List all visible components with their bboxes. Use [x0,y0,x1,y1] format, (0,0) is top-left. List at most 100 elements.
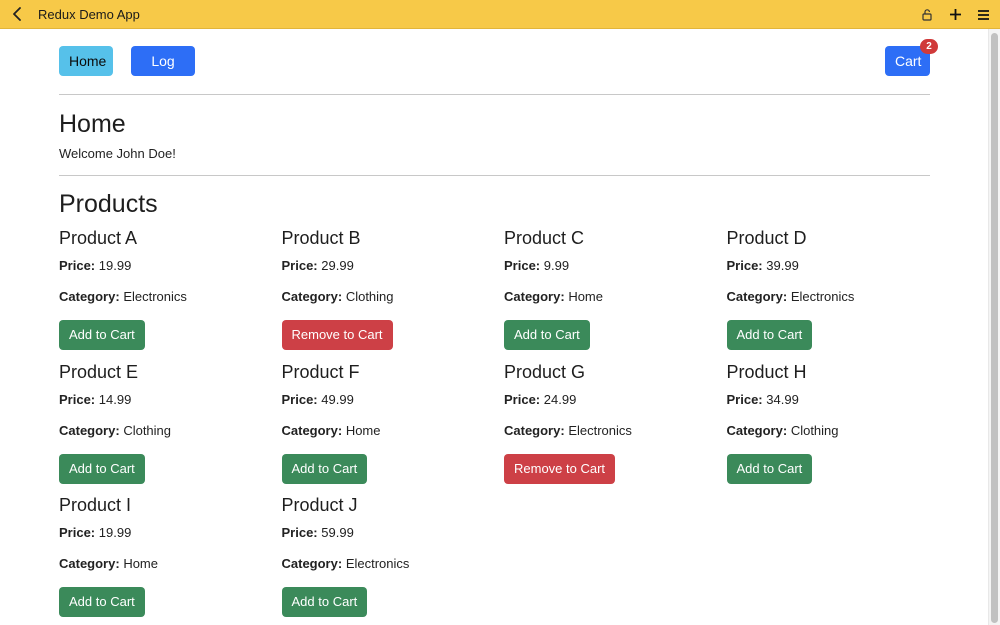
category-value: Home [123,556,158,571]
lock-icon[interactable] [920,8,934,22]
price-value: 19.99 [98,525,132,540]
product-price: Price: 24.99 [504,392,576,407]
category-label: Category: [281,422,343,438]
price-label: Price: [726,258,763,273]
page-title: Home [59,110,126,138]
app-titlebar: Redux Demo App [0,0,1000,29]
plus-icon[interactable] [948,8,962,22]
product-grid: Product A Price: 19.99 Category: Electroni… [59,219,930,625]
product-category: Category: Electronics [504,423,632,438]
category-value: Electronics [790,289,855,304]
product-category: Category: Electronics [59,289,187,304]
product-card: Product A Price: 19.99 Category: Electroni… [59,227,281,360]
product-card: Product G Price: 24.99 Category: Electroni… [504,361,726,494]
category-label: Category: [281,289,343,304]
product-card: Product I Price: 19.99 Category: Home Add t… [59,494,281,625]
category-value: Electronics [123,289,187,304]
category-label: Category: [59,422,120,438]
product-name: Product B [281,228,361,248]
product-card: Product E Price: 14.99 Category: Clothing A… [59,361,281,494]
product-card: Product J Price: 59.99 Category: Electroni… [281,494,504,625]
price-label: Price: [59,525,96,540]
category-label: Category: [59,289,120,304]
cart-label: Cart [895,53,922,69]
product-name: Product J [281,495,358,515]
product-price: Price: 9.99 [504,258,569,273]
product-name: Product G [504,361,586,382]
price-value: 59.99 [321,525,354,540]
add-to-cart-button[interactable]: Add to Cart [59,320,145,350]
price-value: 19.99 [98,258,132,273]
product-category: Category: Clothing [727,423,839,438]
price-label: Price: [59,391,96,407]
menu-icon[interactable] [976,8,990,22]
product-price: Price: 29.99 [282,258,354,273]
product-category: Category: Home [282,423,381,438]
price-label: Price: [281,391,318,407]
category-value: Electronics [568,422,632,438]
category-label: Category: [726,289,788,304]
product-price: Price: 19.99 [59,525,131,540]
product-price: Price: 49.99 [282,392,354,407]
category-label: Category: [726,422,788,438]
price-label: Price: [59,258,96,273]
price-value: 24.99 [543,391,577,407]
product-price: Price: 39.99 [727,258,799,273]
price-label: Price: [726,391,763,407]
category-value: Home [568,289,603,304]
price-value: 29.99 [321,258,354,273]
price-value: 34.99 [766,391,799,407]
cart-count-badge: 2 [920,39,938,54]
cart-button[interactable]: Cart 2 [885,39,938,76]
product-name: Product E [59,361,139,382]
home-button[interactable]: Home [59,46,113,76]
add-to-cart-button[interactable]: Add to Cart [281,587,368,617]
add-to-cart-button[interactable]: Add to Cart [726,320,813,350]
product-category: Category: Electronics [282,556,410,571]
product-price: Price: 19.99 [59,258,131,273]
category-value: Clothing [790,422,839,438]
price-value: 39.99 [766,258,799,273]
price-label: Price: [281,525,318,540]
product-category: Category: Home [59,556,158,571]
category-value: Clothing [123,422,172,438]
product-card: Product D Price: 39.99 Category: Electroni… [726,227,949,360]
product-name: Product C [504,228,585,248]
top-nav: Home Log out Cart 2 [59,29,938,95]
category-value: Home [345,422,381,438]
add-to-cart-button[interactable]: Add to Cart [504,320,590,350]
product-name: Product D [726,228,807,248]
price-value: 14.99 [98,391,132,407]
remove-from-cart-button[interactable]: Remove to Cart [504,453,616,484]
add-to-cart-button[interactable]: Add to Cart [281,453,368,484]
product-category: Category: Clothing [282,289,394,304]
price-label: Price: [504,258,541,273]
product-card: Product C Price: 9.99 Category: Home Add to… [504,227,726,360]
price-label: Price: [281,258,318,273]
home-section: Home Welcome John Doe! [59,95,930,176]
category-label: Category: [281,556,343,571]
product-card: Product F Price: 49.99 Category: Home Add t… [281,361,504,494]
scrollbar-thumb[interactable] [991,33,998,623]
logout-button[interactable]: Log out [131,46,195,89]
category-label: Category: [504,422,565,438]
product-card: Product H Price: 34.99 Category: Clothing A… [726,361,949,494]
welcome-message: Welcome John Doe! [59,146,176,161]
add-to-cart-button[interactable]: Add to Cart [59,587,145,617]
product-category: Category: Clothing [59,423,171,438]
app-title: Redux Demo App [38,6,140,22]
product-name: Product A [59,228,138,248]
products-heading: Products [59,190,158,218]
product-name: Product F [281,361,360,382]
category-value: Clothing [345,289,394,304]
category-value: Electronics [345,556,410,571]
product-price: Price: 59.99 [282,525,354,540]
back-arrow-icon[interactable] [9,6,25,22]
add-to-cart-button[interactable]: Add to Cart [59,453,145,484]
add-to-cart-button[interactable]: Add to Cart [726,453,813,484]
product-category: Category: Electronics [727,289,855,304]
remove-from-cart-button[interactable]: Remove to Cart [281,320,393,350]
price-value: 9.99 [543,258,570,273]
product-price: Price: 14.99 [59,392,131,407]
product-card: Product B Price: 29.99 Category: Clothing R… [281,227,504,360]
